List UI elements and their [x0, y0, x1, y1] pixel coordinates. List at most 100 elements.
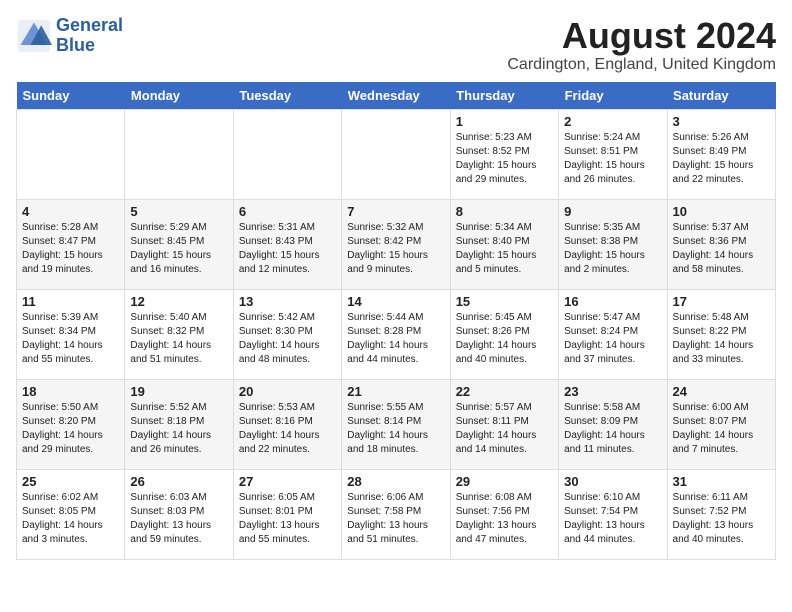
day-number: 23 — [564, 384, 661, 399]
logo-line2: Blue — [56, 36, 123, 56]
day-number: 13 — [239, 294, 336, 309]
calendar-cell: 2 Sunrise: 5:24 AM Sunset: 8:51 PM Daylig… — [559, 109, 667, 199]
calendar-header-row: SundayMondayTuesdayWednesdayThursdayFrid… — [17, 82, 776, 110]
calendar-cell: 27 Sunrise: 6:05 AM Sunset: 8:01 PM Dayli… — [233, 469, 341, 559]
day-number: 4 — [22, 204, 119, 219]
calendar-cell: 3Sunrise: 5:26 AM Sunset: 8:49 PM Daylig… — [667, 109, 775, 199]
calendar-cell — [17, 109, 125, 199]
day-number: 20 — [239, 384, 336, 399]
day-info: Sunrise: 5:42 AM Sunset: 8:30 PM Dayligh… — [239, 311, 336, 367]
logo-line1: General — [56, 16, 123, 36]
day-info: Sunrise: 5:47 AM Sunset: 8:24 PM Dayligh… — [564, 311, 661, 367]
calendar-header-thursday: Thursday — [450, 82, 558, 110]
day-info: Sunrise: 5:31 AM Sunset: 8:43 PM Dayligh… — [239, 221, 336, 277]
subtitle: Cardington, England, United Kingdom — [507, 56, 776, 74]
day-number: 11 — [22, 294, 119, 309]
calendar-cell: 29Sunrise: 6:08 AM Sunset: 7:56 PM Dayli… — [450, 469, 558, 559]
calendar-header-friday: Friday — [559, 82, 667, 110]
calendar-week-5: 25Sunrise: 6:02 AM Sunset: 8:05 PM Dayli… — [17, 469, 776, 559]
day-info: Sunrise: 5:35 AM Sunset: 8:38 PM Dayligh… — [564, 221, 661, 277]
day-info: Sunrise: 5:23 AM Sunset: 8:52 PM Dayligh… — [456, 131, 553, 187]
day-info: Sunrise: 5:58 AM Sunset: 8:09 PM Dayligh… — [564, 401, 661, 457]
day-info: Sunrise: 5:53 AM Sunset: 8:16 PM Dayligh… — [239, 401, 336, 457]
day-info: Sunrise: 5:44 AM Sunset: 8:28 PM Dayligh… — [347, 311, 444, 367]
day-number: 31 — [673, 474, 770, 489]
day-number: 25 — [22, 474, 119, 489]
calendar-cell: 8 Sunrise: 5:34 AM Sunset: 8:40 PM Daylig… — [450, 199, 558, 289]
calendar-cell — [342, 109, 450, 199]
calendar-header-sunday: Sunday — [17, 82, 125, 110]
day-number: 10 — [673, 204, 770, 219]
day-info: Sunrise: 5:32 AM Sunset: 8:42 PM Dayligh… — [347, 221, 444, 277]
day-number: 2 — [564, 114, 661, 129]
calendar-cell: 15 Sunrise: 5:45 AM Sunset: 8:26 PM Dayli… — [450, 289, 558, 379]
calendar-cell: 11 Sunrise: 5:39 AM Sunset: 8:34 PM Dayli… — [17, 289, 125, 379]
title-area: August 2024 Cardington, England, United … — [507, 16, 776, 74]
calendar-cell: 30 Sunrise: 6:10 AM Sunset: 7:54 PM Dayli… — [559, 469, 667, 559]
calendar-week-3: 11 Sunrise: 5:39 AM Sunset: 8:34 PM Dayli… — [17, 289, 776, 379]
calendar-cell: 19 Sunrise: 5:52 AM Sunset: 8:18 PM Dayli… — [125, 379, 233, 469]
day-info: Sunrise: 6:08 AM Sunset: 7:56 PM Dayligh… — [456, 491, 553, 547]
day-number: 8 — [456, 204, 553, 219]
day-number: 27 — [239, 474, 336, 489]
day-number: 19 — [130, 384, 227, 399]
main-title: August 2024 — [507, 16, 776, 56]
calendar-cell: 31Sunrise: 6:11 AM Sunset: 7:52 PM Dayli… — [667, 469, 775, 559]
calendar-cell: 16Sunrise: 5:47 AM Sunset: 8:24 PM Dayli… — [559, 289, 667, 379]
day-info: Sunrise: 5:26 AM Sunset: 8:49 PM Dayligh… — [673, 131, 770, 187]
day-info: Sunrise: 5:28 AM Sunset: 8:47 PM Dayligh… — [22, 221, 119, 277]
day-info: Sunrise: 5:48 AM Sunset: 8:22 PM Dayligh… — [673, 311, 770, 367]
calendar-cell: 14Sunrise: 5:44 AM Sunset: 8:28 PM Dayli… — [342, 289, 450, 379]
day-info: Sunrise: 5:45 AM Sunset: 8:26 PM Dayligh… — [456, 311, 553, 367]
day-number: 21 — [347, 384, 444, 399]
day-info: Sunrise: 5:29 AM Sunset: 8:45 PM Dayligh… — [130, 221, 227, 277]
calendar-cell — [233, 109, 341, 199]
calendar-cell: 24 Sunrise: 6:00 AM Sunset: 8:07 PM Dayli… — [667, 379, 775, 469]
calendar-week-2: 4 Sunrise: 5:28 AM Sunset: 8:47 PM Daylig… — [17, 199, 776, 289]
day-number: 15 — [456, 294, 553, 309]
calendar-cell: 22 Sunrise: 5:57 AM Sunset: 8:11 PM Dayli… — [450, 379, 558, 469]
calendar-table: SundayMondayTuesdayWednesdayThursdayFrid… — [16, 82, 776, 560]
calendar-cell: 4 Sunrise: 5:28 AM Sunset: 8:47 PM Daylig… — [17, 199, 125, 289]
day-info: Sunrise: 5:24 AM Sunset: 8:51 PM Dayligh… — [564, 131, 661, 187]
calendar-week-1: 1 Sunrise: 5:23 AM Sunset: 8:52 PM Daylig… — [17, 109, 776, 199]
calendar-cell: 28 Sunrise: 6:06 AM Sunset: 7:58 PM Dayli… — [342, 469, 450, 559]
day-number: 17 — [673, 294, 770, 309]
calendar-cell: 26Sunrise: 6:03 AM Sunset: 8:03 PM Dayli… — [125, 469, 233, 559]
day-info: Sunrise: 5:34 AM Sunset: 8:40 PM Dayligh… — [456, 221, 553, 277]
day-info: Sunrise: 5:40 AM Sunset: 8:32 PM Dayligh… — [130, 311, 227, 367]
day-info: Sunrise: 5:55 AM Sunset: 8:14 PM Dayligh… — [347, 401, 444, 457]
calendar-cell: 21 Sunrise: 5:55 AM Sunset: 8:14 PM Dayli… — [342, 379, 450, 469]
calendar-cell: 9Sunrise: 5:35 AM Sunset: 8:38 PM Daylig… — [559, 199, 667, 289]
calendar-header-tuesday: Tuesday — [233, 82, 341, 110]
day-info: Sunrise: 5:52 AM Sunset: 8:18 PM Dayligh… — [130, 401, 227, 457]
day-info: Sunrise: 6:00 AM Sunset: 8:07 PM Dayligh… — [673, 401, 770, 457]
day-number: 30 — [564, 474, 661, 489]
day-number: 6 — [239, 204, 336, 219]
day-info: Sunrise: 5:39 AM Sunset: 8:34 PM Dayligh… — [22, 311, 119, 367]
calendar-cell: 7Sunrise: 5:32 AM Sunset: 8:42 PM Daylig… — [342, 199, 450, 289]
day-number: 28 — [347, 474, 444, 489]
calendar-week-4: 18 Sunrise: 5:50 AM Sunset: 8:20 PM Dayli… — [17, 379, 776, 469]
day-number: 18 — [22, 384, 119, 399]
calendar-cell: 13 Sunrise: 5:42 AM Sunset: 8:30 PM Dayli… — [233, 289, 341, 379]
calendar-body: 1 Sunrise: 5:23 AM Sunset: 8:52 PM Daylig… — [17, 109, 776, 559]
day-info: Sunrise: 5:50 AM Sunset: 8:20 PM Dayligh… — [22, 401, 119, 457]
day-number: 5 — [130, 204, 227, 219]
day-number: 22 — [456, 384, 553, 399]
calendar-cell: 5 Sunrise: 5:29 AM Sunset: 8:45 PM Daylig… — [125, 199, 233, 289]
day-number: 24 — [673, 384, 770, 399]
day-number: 1 — [456, 114, 553, 129]
day-info: Sunrise: 5:57 AM Sunset: 8:11 PM Dayligh… — [456, 401, 553, 457]
calendar-header-saturday: Saturday — [667, 82, 775, 110]
calendar-cell: 12 Sunrise: 5:40 AM Sunset: 8:32 PM Dayli… — [125, 289, 233, 379]
day-info: Sunrise: 6:10 AM Sunset: 7:54 PM Dayligh… — [564, 491, 661, 547]
calendar-cell: 23 Sunrise: 5:58 AM Sunset: 8:09 PM Dayli… — [559, 379, 667, 469]
day-number: 12 — [130, 294, 227, 309]
calendar-cell: 25Sunrise: 6:02 AM Sunset: 8:05 PM Dayli… — [17, 469, 125, 559]
calendar-cell: 1 Sunrise: 5:23 AM Sunset: 8:52 PM Daylig… — [450, 109, 558, 199]
day-info: Sunrise: 6:06 AM Sunset: 7:58 PM Dayligh… — [347, 491, 444, 547]
day-info: Sunrise: 6:05 AM Sunset: 8:01 PM Dayligh… — [239, 491, 336, 547]
calendar-cell: 20 Sunrise: 5:53 AM Sunset: 8:16 PM Dayli… — [233, 379, 341, 469]
day-info: Sunrise: 6:03 AM Sunset: 8:03 PM Dayligh… — [130, 491, 227, 547]
